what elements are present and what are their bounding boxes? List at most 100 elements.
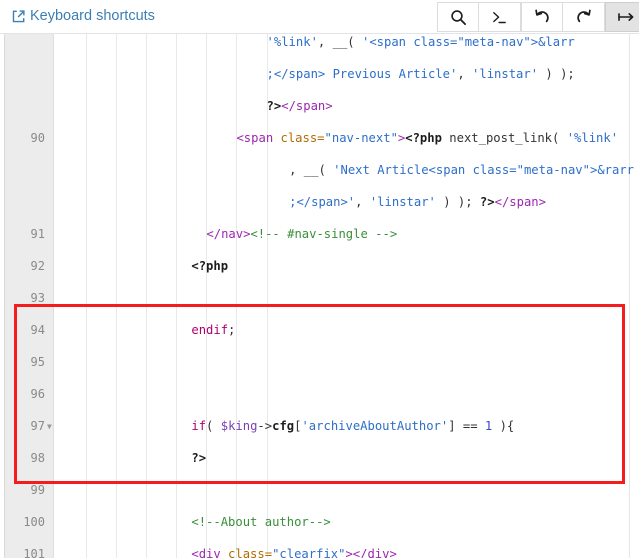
search-button[interactable] (437, 2, 479, 32)
token-punc: ) ); (538, 67, 575, 81)
code-wrapped-line[interactable]: , __( 'Next Article<span class="meta-nav… (0, 162, 639, 178)
token-com: <!-- #nav-single --> (250, 227, 398, 241)
line-number: 100 (23, 515, 45, 529)
token-php: ?> (191, 451, 207, 465)
line-number (4, 162, 54, 178)
code-line[interactable]: 91 </nav><!-- #nav-single --> (0, 226, 639, 242)
line-number (4, 34, 54, 50)
token-attr: class= (280, 131, 325, 145)
line-number: 93 (30, 291, 45, 305)
token-punc: ){ (492, 419, 515, 433)
code-line[interactable]: 99 (0, 482, 639, 498)
toolbar-group-wrap (605, 2, 639, 32)
console-button[interactable] (479, 2, 521, 32)
token-str: 'Next Article<span class="meta-nav">&rar… (333, 163, 635, 177)
token-punc: ( (347, 35, 362, 49)
token-str: "clearfix" (272, 547, 346, 558)
fold-toggle-icon[interactable]: ▼ (47, 418, 57, 434)
line-number: 101 (23, 547, 45, 558)
code-line[interactable]: 100 <!--About author--> (0, 514, 639, 530)
code-line[interactable]: 98 ?> (0, 450, 639, 466)
token-tag: </span> (494, 195, 546, 209)
token-str: "nav-next" (324, 131, 398, 145)
token-tag: </nav> (206, 227, 251, 241)
token-var: $king (220, 419, 258, 433)
code-text: if( $king->cfg['archiveAboutAuthor'] == … (191, 418, 514, 434)
code-text: <?php (191, 258, 228, 274)
code-editor[interactable]: '%link', __( '<span class="meta-nav">&la… (0, 34, 639, 558)
line-number: 95 (30, 355, 45, 369)
toolbar-group-find (437, 2, 521, 32)
line-number: 99 (30, 483, 45, 497)
code-text: ;</span>', 'linstar' ) ); ?></span> (289, 194, 546, 210)
token-tag: <span (236, 131, 281, 145)
token-punc: ] == (448, 419, 485, 433)
code-text: ;</span> Previous Article', 'linstar' ) … (267, 66, 575, 82)
code-text: </nav><!-- #nav-single --> (206, 226, 397, 242)
redo-button[interactable] (563, 2, 605, 32)
code-line[interactable]: 97 ▼ if( $king->cfg['archiveAboutAuthor'] … (0, 418, 639, 434)
code-line[interactable]: 96 (0, 386, 639, 402)
code-wrapped-line[interactable]: ;</span> Previous Article', 'linstar' ) … (0, 66, 639, 82)
search-icon (450, 9, 467, 26)
line-number (4, 66, 54, 82)
word-wrap-icon (616, 8, 636, 26)
code-line[interactable]: 92 <?php (0, 258, 639, 274)
token-kw: endif (191, 323, 229, 337)
token-attr: class= (228, 547, 273, 558)
code-wrapped-line[interactable]: '%link', __( '<span class="meta-nav">&la… (0, 34, 639, 50)
token-fn: __ (332, 35, 348, 49)
token-tag: </span> (281, 99, 333, 113)
token-com: <!--About author--> (191, 515, 331, 529)
line-number: 91 (30, 227, 45, 241)
word-wrap-button[interactable] (605, 2, 639, 32)
keyboard-shortcuts-label: Keyboard shortcuts (30, 8, 155, 24)
line-number: 96 (30, 387, 45, 401)
line-number (4, 98, 54, 114)
keyboard-shortcuts-link[interactable]: Keyboard shortcuts (12, 7, 155, 25)
token-punc: , (289, 163, 304, 177)
token-punc: , (317, 35, 333, 49)
code-text: ?></span> (267, 98, 333, 114)
code-line[interactable]: 93 (0, 290, 639, 306)
token-punc: ( (318, 163, 334, 177)
code-text: <div class="clearfix"></div> (191, 546, 396, 558)
code-lines[interactable]: '%link', __( '<span class="meta-nav">&la… (0, 34, 639, 558)
token-php: ?> (266, 99, 282, 113)
code-line[interactable]: 95 (0, 354, 639, 370)
token-punc: ( (206, 419, 221, 433)
token-str: ;</span>' (289, 195, 356, 209)
token-fn: __ (303, 163, 319, 177)
token-punc: ; (228, 323, 236, 337)
line-number (4, 194, 54, 210)
token-plain: next_post_link( (441, 131, 567, 145)
token-str: '%link' (266, 35, 318, 49)
terminal-icon (491, 9, 508, 26)
token-str: 'linstar' (369, 195, 436, 209)
line-number: 90 (30, 131, 45, 145)
token-php: <?php (405, 131, 442, 145)
token-php: ?> (479, 195, 495, 209)
code-text: endif; (191, 322, 235, 338)
code-line[interactable]: 101 <div class="clearfix"></div> (0, 546, 639, 558)
external-link-icon (12, 9, 25, 23)
line-number: 92 (30, 259, 45, 273)
line-number: 98 (30, 451, 45, 465)
token-str: '<span class="meta-nav">&larr (361, 35, 575, 49)
code-text: <span class="nav-next"><?php next_post_l… (236, 130, 618, 146)
token-php: cfg (272, 419, 295, 433)
token-punc: ) ); (435, 195, 480, 209)
redo-icon (575, 8, 593, 26)
code-wrapped-line[interactable]: ?></span> (0, 98, 639, 114)
token-kw: if (191, 419, 207, 433)
code-line[interactable]: 90 <span class="nav-next"><?php next_post… (0, 130, 639, 146)
editor-toolbar: Keyboard shortcuts (0, 0, 639, 34)
token-punc: , (355, 195, 370, 209)
code-line[interactable]: 94 endif; (0, 322, 639, 338)
token-str: 'linstar' (472, 67, 539, 81)
code-wrapped-line[interactable]: ;</span>', 'linstar' ) ); ?></span> (0, 194, 639, 210)
code-text: , __( 'Next Article<span class="meta-nav… (289, 162, 634, 178)
undo-button[interactable] (521, 2, 563, 32)
token-punc: -> (257, 419, 273, 433)
token-punc: , (457, 67, 473, 81)
